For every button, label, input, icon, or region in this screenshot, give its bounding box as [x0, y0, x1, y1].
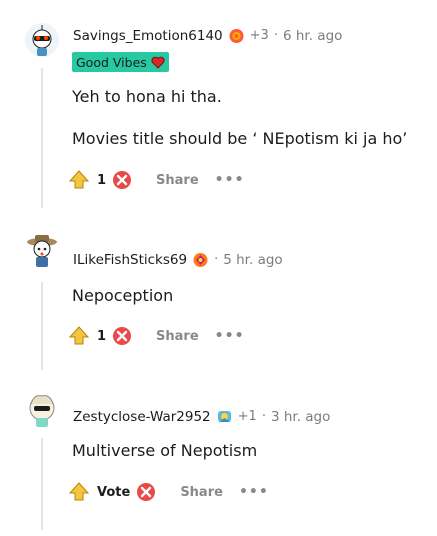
user-flair: Good Vibes — [72, 52, 169, 72]
award-icon[interactable] — [228, 27, 245, 44]
more-options-icon[interactable]: ••• — [239, 484, 269, 500]
username[interactable]: ILikeFishSticks69 — [73, 252, 187, 268]
vote-count: 1 — [97, 328, 107, 344]
separator-dot: · — [273, 28, 278, 43]
thread-line[interactable] — [41, 68, 43, 208]
downvote-icon[interactable] — [112, 170, 132, 190]
comment-body-line: Multiverse of Nepotism — [72, 441, 258, 460]
comment-2: ILikeFishSticks69 · 5 hr. ago Nepoceptio… — [0, 210, 437, 370]
comment-body-line: Yeh to hona hi tha. — [72, 87, 222, 106]
username[interactable]: Savings_Emotion6140 — [73, 28, 223, 44]
separator-dot: · — [261, 409, 266, 424]
upvote-icon[interactable] — [68, 325, 90, 347]
avatar[interactable] — [24, 22, 60, 58]
upvote-icon[interactable] — [68, 481, 90, 503]
timestamp[interactable]: 3 hr. ago — [271, 409, 330, 425]
flair-label: Good Vibes — [76, 54, 147, 70]
downvote-icon[interactable] — [136, 482, 156, 502]
more-options-icon[interactable]: ••• — [215, 172, 245, 188]
share-button[interactable]: Share — [156, 173, 199, 188]
vote-count: 1 — [97, 172, 107, 188]
username[interactable]: Zestyclose-War2952 — [73, 409, 211, 425]
comment-actions: 1 Share ••• — [68, 324, 245, 348]
comment-3: Zestyclose-War2952 +1 · 3 hr. ago Multiv… — [0, 370, 437, 536]
avatar[interactable] — [24, 232, 60, 268]
award-count: +3 — [249, 28, 269, 43]
timestamp[interactable]: 6 hr. ago — [283, 28, 342, 44]
thread-line[interactable] — [41, 438, 43, 530]
share-button[interactable]: Share — [180, 485, 223, 500]
comment-actions: Vote Share ••• — [68, 480, 269, 504]
share-button[interactable]: Share — [156, 329, 199, 344]
comment-1: Savings_Emotion6140 +3 · 6 hr. ago Good … — [0, 0, 437, 210]
upvote-icon[interactable] — [68, 169, 90, 191]
avatar[interactable] — [24, 392, 60, 428]
comment-meta: ILikeFishSticks69 · 5 hr. ago — [73, 251, 283, 268]
award-icon[interactable] — [192, 251, 209, 268]
award-count: +1 — [237, 409, 257, 424]
award-icon[interactable] — [216, 408, 233, 425]
comment-meta: Zestyclose-War2952 +1 · 3 hr. ago — [73, 408, 330, 425]
comment-body-line: Movies title should be ‘ NEpotism ki ja … — [72, 129, 408, 148]
vote-label: Vote — [97, 484, 131, 500]
comment-meta: Savings_Emotion6140 +3 · 6 hr. ago — [73, 27, 342, 44]
more-options-icon[interactable]: ••• — [215, 328, 245, 344]
timestamp[interactable]: 5 hr. ago — [223, 252, 282, 268]
comment-body-line: Nepoception — [72, 286, 174, 305]
comment-actions: 1 Share ••• — [68, 168, 245, 192]
separator-dot: · — [214, 252, 219, 267]
thread-line[interactable] — [41, 282, 43, 370]
downvote-icon[interactable] — [112, 326, 132, 346]
heart-icon — [151, 56, 165, 69]
